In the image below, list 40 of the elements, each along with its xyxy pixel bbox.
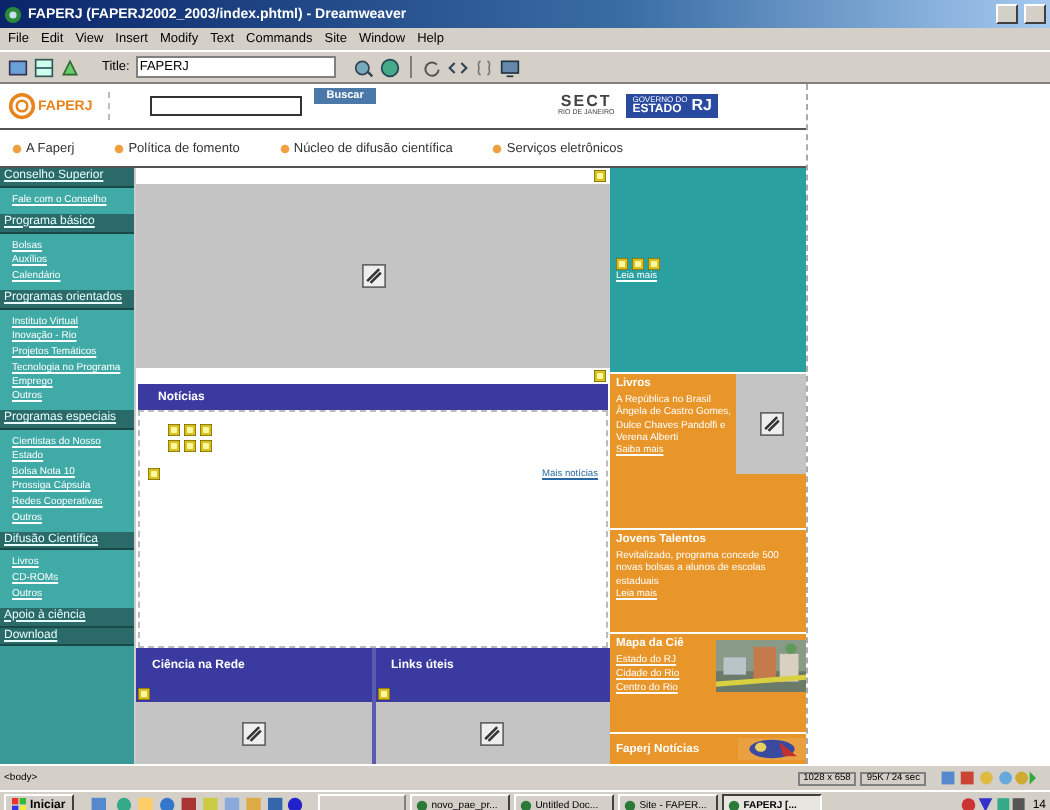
- tray-icons-drawing: [960, 796, 1029, 810]
- script-marker-icon: [168, 424, 180, 436]
- script-marker-icon: [632, 258, 644, 270]
- script-marker-icon: [138, 687, 150, 699]
- app-icon: [623, 799, 636, 810]
- script-marker-icon: [648, 258, 660, 270]
- browser-check-icon[interactable]: [353, 57, 374, 77]
- script-marker-icon: [184, 440, 196, 452]
- app-icon: [727, 799, 740, 810]
- script-marker-icon: [168, 440, 180, 452]
- script-marker-icon: [594, 370, 606, 382]
- app-icon: [519, 799, 532, 810]
- minimize-button[interactable]: [996, 4, 1018, 24]
- broken-image-icon: [759, 412, 783, 436]
- layout-icon[interactable]: [8, 57, 28, 77]
- bullet-icon: [114, 143, 125, 153]
- refresh-icon[interactable]: [421, 57, 442, 77]
- monitor-icon[interactable]: [499, 57, 520, 77]
- search-field[interactable]: [150, 96, 303, 116]
- app-icon: [4, 5, 22, 23]
- script-marker-icon: [594, 170, 606, 182]
- bullet-icon: [12, 143, 22, 153]
- script-marker-icon: [148, 468, 160, 480]
- globe-icon[interactable]: [379, 57, 400, 77]
- broken-image-icon: [241, 721, 266, 745]
- design-view-icon[interactable]: [60, 57, 80, 77]
- code-icon[interactable]: [447, 57, 468, 77]
- windows-logo-icon: [12, 798, 26, 810]
- bullet-icon: [279, 143, 290, 153]
- script-marker-icon: [184, 424, 196, 436]
- broken-image-icon: [361, 264, 385, 288]
- app-icon: [415, 799, 428, 810]
- broken-image-icon: [480, 721, 505, 745]
- script-marker-icon: [616, 258, 628, 270]
- bullet-icon: [492, 143, 503, 153]
- script-marker-icon: [377, 687, 389, 699]
- maximize-button[interactable]: [1024, 4, 1046, 24]
- split-view-icon[interactable]: [34, 57, 54, 77]
- script-marker-icon: [200, 424, 212, 436]
- script-marker-icon: [200, 440, 212, 452]
